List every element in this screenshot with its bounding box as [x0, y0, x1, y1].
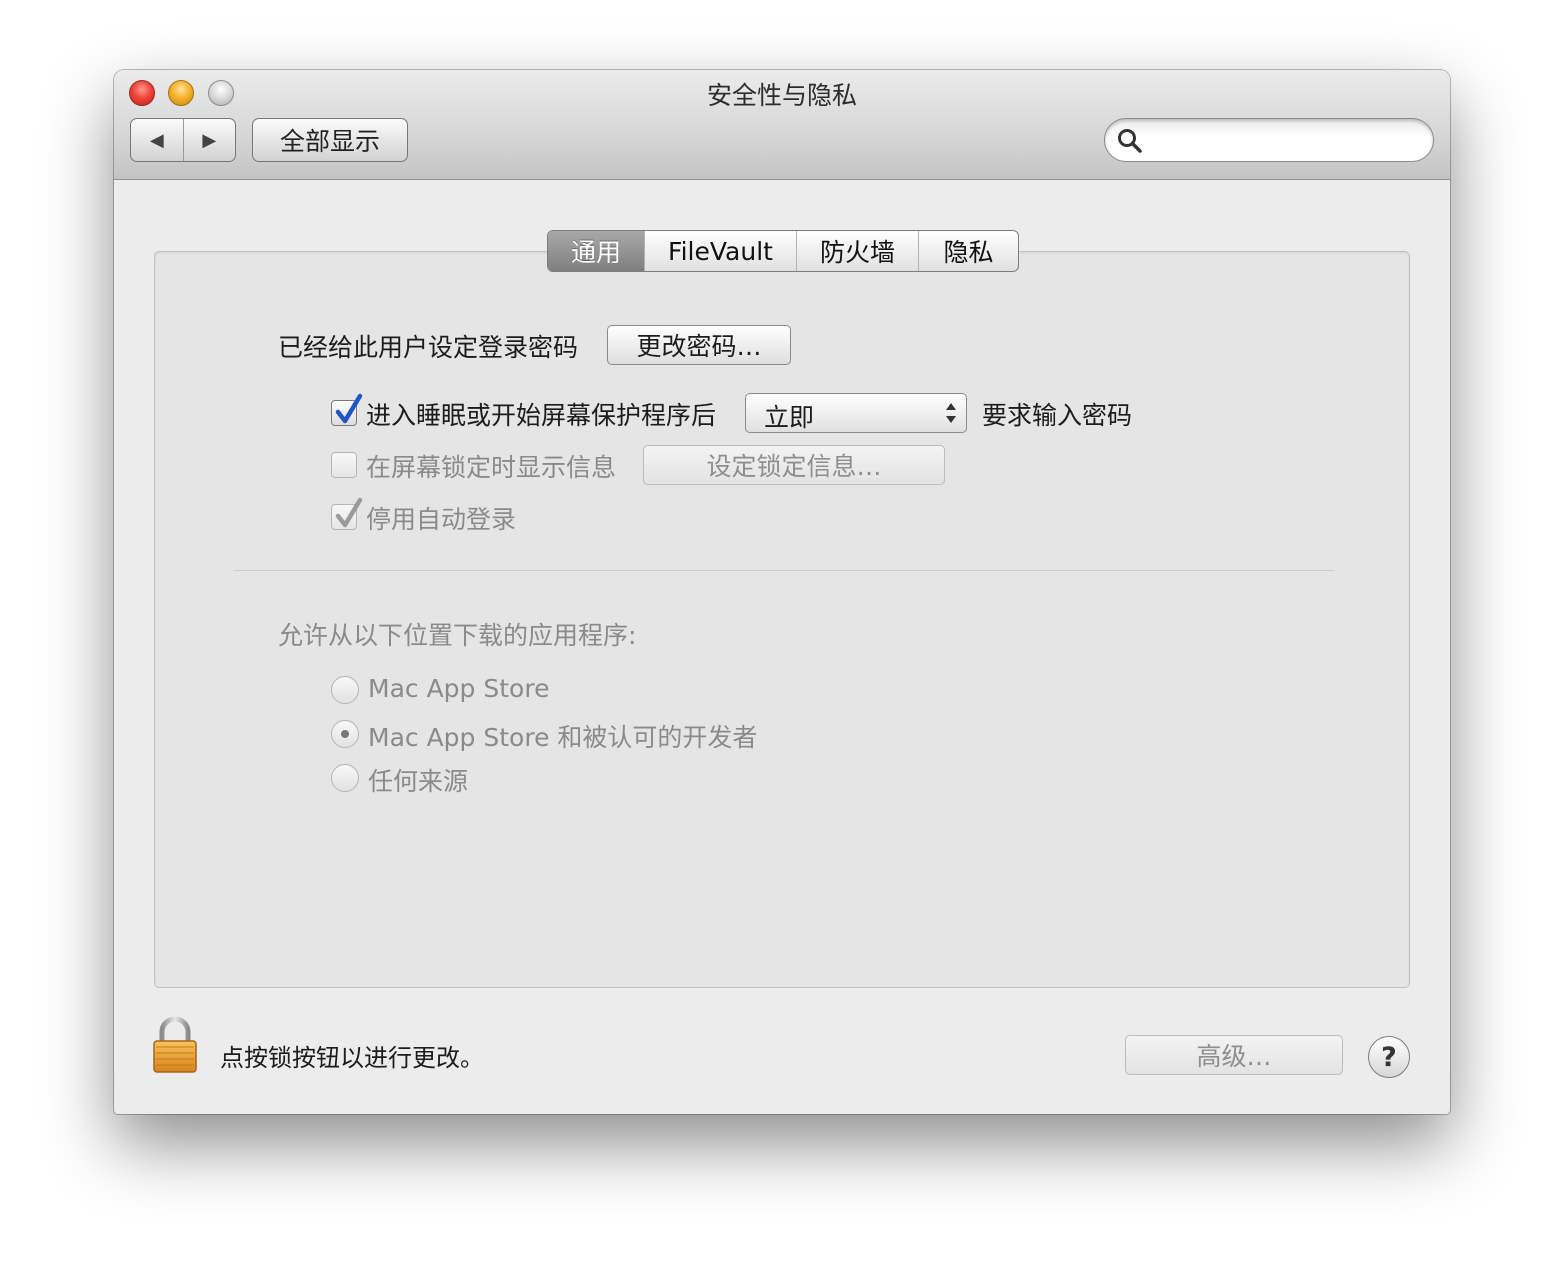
disable-autologin-label: 停用自动登录 — [366, 505, 517, 534]
help-button[interactable]: ? — [1368, 1036, 1410, 1078]
search-input[interactable] — [1149, 125, 1419, 155]
tab-bar: 通用 FileVault 防火墙 隐私 — [547, 230, 1019, 272]
back-arrow-icon: ◀ — [149, 129, 164, 151]
window-title: 安全性与隐私 — [706, 81, 857, 110]
show-lock-message-checkbox[interactable] — [331, 452, 357, 478]
section-divider — [234, 570, 1334, 571]
change-password-button[interactable]: 更改密码… — [607, 325, 791, 365]
require-password-suffix: 要求输入密码 — [982, 401, 1133, 430]
help-icon: ? — [1381, 1041, 1397, 1073]
advanced-button[interactable]: 高级… — [1125, 1035, 1343, 1075]
disable-autologin-checkbox[interactable] — [331, 497, 363, 530]
radio-anywhere-label: 任何来源 — [368, 767, 469, 796]
tab-general[interactable]: 通用 — [548, 231, 644, 271]
radio-anywhere[interactable] — [331, 764, 359, 792]
tab-privacy[interactable]: 隐私 — [918, 231, 1018, 271]
forward-arrow-icon: ▶ — [202, 129, 217, 151]
radio-selected-dot — [341, 730, 349, 738]
back-button[interactable]: ◀ — [131, 119, 183, 161]
search-icon — [1118, 129, 1142, 153]
require-password-label: 进入睡眠或开始屏幕保护程序后 — [366, 401, 717, 430]
radio-mac-app-store[interactable] — [331, 676, 359, 704]
search-field[interactable] — [1104, 118, 1434, 162]
require-password-checkbox[interactable] — [331, 393, 363, 426]
lock-icon[interactable] — [152, 1016, 198, 1074]
password-delay-value: 立即 — [764, 403, 815, 432]
radio-mac-app-store-identified[interactable] — [331, 720, 359, 748]
show-lock-message-label: 在屏幕锁定时显示信息 — [366, 453, 617, 482]
allow-apps-heading: 允许从以下位置下载的应用程序: — [278, 621, 637, 650]
popup-arrows-icon — [946, 403, 956, 423]
tab-firewall[interactable]: 防火墙 — [796, 231, 918, 271]
radio-mac-app-store-identified-label: Mac App Store 和被认可的开发者 — [368, 723, 758, 752]
radio-mac-app-store-label: Mac App Store — [368, 674, 550, 703]
set-lock-message-button[interactable]: 设定锁定信息… — [643, 445, 945, 485]
preferences-window: 安全性与隐私 ◀ ▶ 全部显示 通用 FileVault 防火墙 隐私 已经给此… — [114, 70, 1450, 1114]
password-delay-popup[interactable]: 立即 — [745, 393, 967, 433]
lock-status-text: 点按锁按钮以进行更改。 — [220, 1044, 484, 1072]
back-forward-control: ◀ ▶ — [130, 118, 236, 162]
forward-button[interactable]: ▶ — [182, 119, 236, 161]
checkmark-icon — [335, 497, 363, 528]
toolbar: 安全性与隐私 ◀ ▶ 全部显示 — [114, 70, 1450, 180]
checkmark-icon — [335, 393, 363, 424]
password-set-text: 已经给此用户设定登录密码 — [278, 333, 579, 362]
show-all-button[interactable]: 全部显示 — [252, 118, 408, 162]
tab-filevault[interactable]: FileVault — [644, 231, 796, 271]
